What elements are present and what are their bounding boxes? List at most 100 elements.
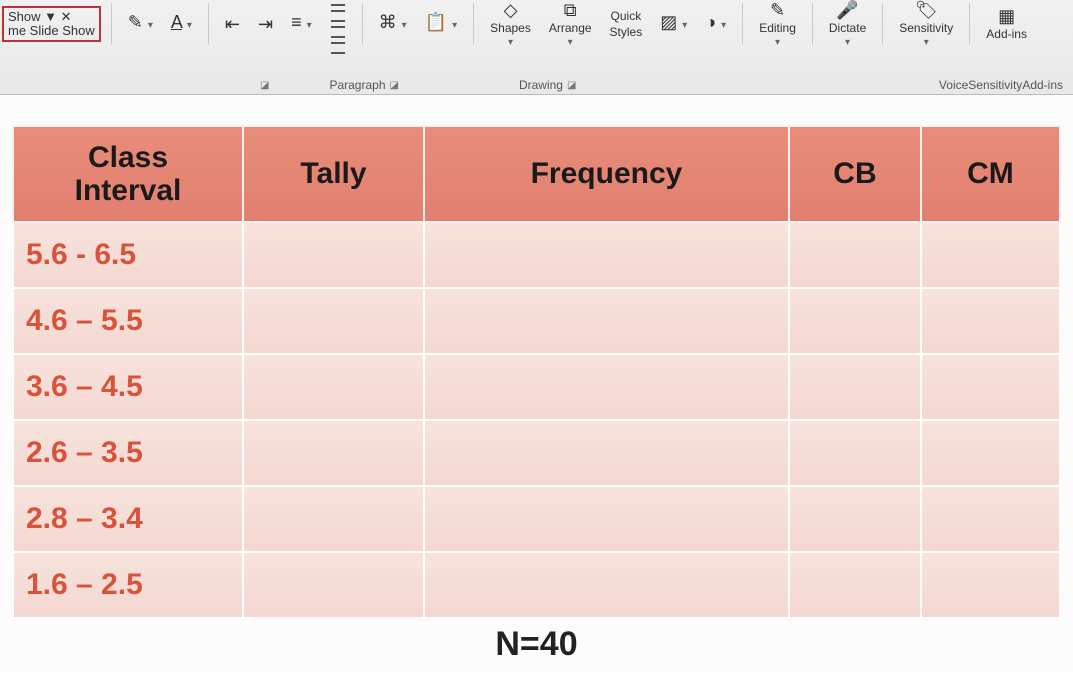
cell-frequency[interactable]	[424, 354, 789, 420]
slide-canvas[interactable]: ClassInterval Tally Frequency CB CM 5.6 …	[0, 95, 1073, 672]
slideshow-line1: Show ▼ ✕	[8, 10, 95, 24]
cell-tally[interactable]	[243, 486, 424, 552]
separator	[111, 3, 112, 45]
cell-cb[interactable]	[789, 420, 921, 486]
n-total[interactable]: N=40	[12, 625, 1061, 664]
align-right-icon	[331, 26, 345, 38]
cell-frequency[interactable]	[424, 486, 789, 552]
group-sensitivity: Sensitivity	[968, 78, 1022, 92]
cell-tally[interactable]	[243, 354, 424, 420]
list-icon: ≡ ▾	[291, 13, 312, 35]
cell-frequency[interactable]	[424, 420, 789, 486]
mic-icon: 🎤	[836, 1, 858, 19]
sensitivity-label: Sensitivity	[899, 21, 953, 35]
launcher-icon[interactable]: ◪	[390, 80, 399, 91]
cell-cb[interactable]	[789, 288, 921, 354]
cell-cm[interactable]	[921, 222, 1060, 288]
slideshow-line2: me Slide Show	[8, 24, 95, 38]
outdent-icon: ⇤	[225, 15, 240, 33]
cell-interval[interactable]: 1.6 – 2.5	[13, 552, 243, 618]
cell-frequency[interactable]	[424, 552, 789, 618]
th-tally[interactable]: Tally	[243, 126, 424, 222]
th-class-interval[interactable]: ClassInterval	[13, 126, 243, 222]
table-row[interactable]: 4.6 – 5.5	[13, 288, 1060, 354]
cell-tally[interactable]	[243, 288, 424, 354]
th-cb[interactable]: CB	[789, 126, 921, 222]
list-button[interactable]: ≡ ▾	[285, 11, 318, 37]
editing-button[interactable]: ✎ Editing ▾	[753, 0, 802, 50]
cell-tally[interactable]	[243, 420, 424, 486]
th-frequency[interactable]: Frequency	[424, 126, 789, 222]
cell-cm[interactable]	[921, 486, 1060, 552]
frequency-table[interactable]: ClassInterval Tally Frequency CB CM 5.6 …	[12, 125, 1061, 619]
chevron-down-icon: ▾	[845, 37, 850, 48]
quick-styles-button[interactable]: Quick Styles	[604, 7, 649, 41]
th-cm[interactable]: CM	[921, 126, 1060, 222]
paste-button[interactable]: 📋 ▾	[419, 11, 463, 37]
table-row[interactable]: 5.6 - 6.5	[13, 222, 1060, 288]
cell-cm[interactable]	[921, 552, 1060, 618]
cell-cb[interactable]	[789, 552, 921, 618]
cell-interval[interactable]: 3.6 – 4.5	[13, 354, 243, 420]
symbol-button[interactable]: ⌘ ▾	[373, 11, 413, 37]
cell-tally[interactable]	[243, 222, 424, 288]
symbol-icon: ⌘ ▾	[379, 13, 407, 35]
table-row[interactable]: 1.6 – 2.5	[13, 552, 1060, 618]
indent-increase-button[interactable]: ⇥	[252, 13, 279, 35]
shapes-label: Shapes	[490, 21, 531, 35]
chevron-down-icon: ▾	[568, 37, 573, 48]
cell-cb[interactable]	[789, 354, 921, 420]
slideshow-box[interactable]: Show ▼ ✕ me Slide Show	[2, 6, 101, 42]
editing-label: Editing	[759, 21, 796, 35]
launcher-icon: ◪	[260, 80, 269, 91]
shape-effects-button[interactable]: ◑ ▾	[699, 11, 732, 37]
separator	[969, 3, 970, 45]
cell-frequency[interactable]	[424, 222, 789, 288]
dictate-button[interactable]: 🎤 Dictate ▾	[823, 0, 872, 50]
cell-frequency[interactable]	[424, 288, 789, 354]
arrange-icon: ⧉	[564, 1, 577, 19]
align-buttons[interactable]	[324, 0, 352, 57]
table-row[interactable]: 2.8 – 3.4	[13, 486, 1060, 552]
addins-button[interactable]: ▦ Add-ins	[980, 5, 1033, 43]
table-row[interactable]: 3.6 – 4.5	[13, 354, 1060, 420]
cell-interval[interactable]: 5.6 - 6.5	[13, 222, 243, 288]
group-addins-label: Add-ins	[1022, 78, 1063, 92]
indent-decrease-button[interactable]: ⇤	[219, 13, 246, 35]
font-color-icon: A ▾	[171, 13, 192, 35]
addins-label: Add-ins	[986, 27, 1027, 41]
shapes-button[interactable]: ◇ Shapes ▾	[484, 0, 537, 50]
group-voice-label: Voice	[939, 78, 968, 92]
sensitivity-icon: 🏷	[915, 1, 938, 19]
font-underline-color-button[interactable]: ✎ ▾	[122, 11, 159, 37]
editing-icon: ✎	[770, 1, 785, 19]
chevron-down-icon: ▾	[508, 37, 513, 48]
cell-interval[interactable]: 4.6 – 5.5	[13, 288, 243, 354]
outline-icon: ▨ ▾	[660, 13, 687, 35]
cell-tally[interactable]	[243, 552, 424, 618]
indent-icon: ⇥	[258, 15, 273, 33]
shape-outline-button[interactable]: ▨ ▾	[654, 11, 693, 37]
cell-cm[interactable]	[921, 354, 1060, 420]
arrange-button[interactable]: ⧉ Arrange ▾	[543, 0, 598, 50]
launcher-icon[interactable]: ◪	[567, 80, 576, 91]
cell-interval[interactable]: 2.6 – 3.5	[13, 420, 243, 486]
sensitivity-button[interactable]: 🏷 Sensitivity ▾	[893, 0, 959, 50]
separator	[208, 3, 209, 45]
ribbon: Show ▼ ✕ me Slide Show ✎ ▾ A ▾ ⇤ ⇥ ≡ ▾ ⌘…	[0, 0, 1073, 95]
align-left-icon	[331, 0, 345, 6]
cell-cm[interactable]	[921, 288, 1060, 354]
cell-cb[interactable]	[789, 222, 921, 288]
separator	[362, 3, 363, 45]
effects-icon: ◑ ▾	[705, 13, 726, 35]
table-row[interactable]: 2.6 – 3.5	[13, 420, 1060, 486]
dictate-label: Dictate	[829, 21, 866, 35]
cell-cm[interactable]	[921, 420, 1060, 486]
cell-cb[interactable]	[789, 486, 921, 552]
group-font-launcher[interactable]: ◪	[260, 78, 269, 92]
cell-interval[interactable]: 2.8 – 3.4	[13, 486, 243, 552]
font-color-button[interactable]: A ▾	[165, 11, 198, 37]
group-drawing-label: Drawing	[519, 78, 563, 92]
separator	[742, 3, 743, 45]
table-header-row: ClassInterval Tally Frequency CB CM	[13, 126, 1060, 222]
